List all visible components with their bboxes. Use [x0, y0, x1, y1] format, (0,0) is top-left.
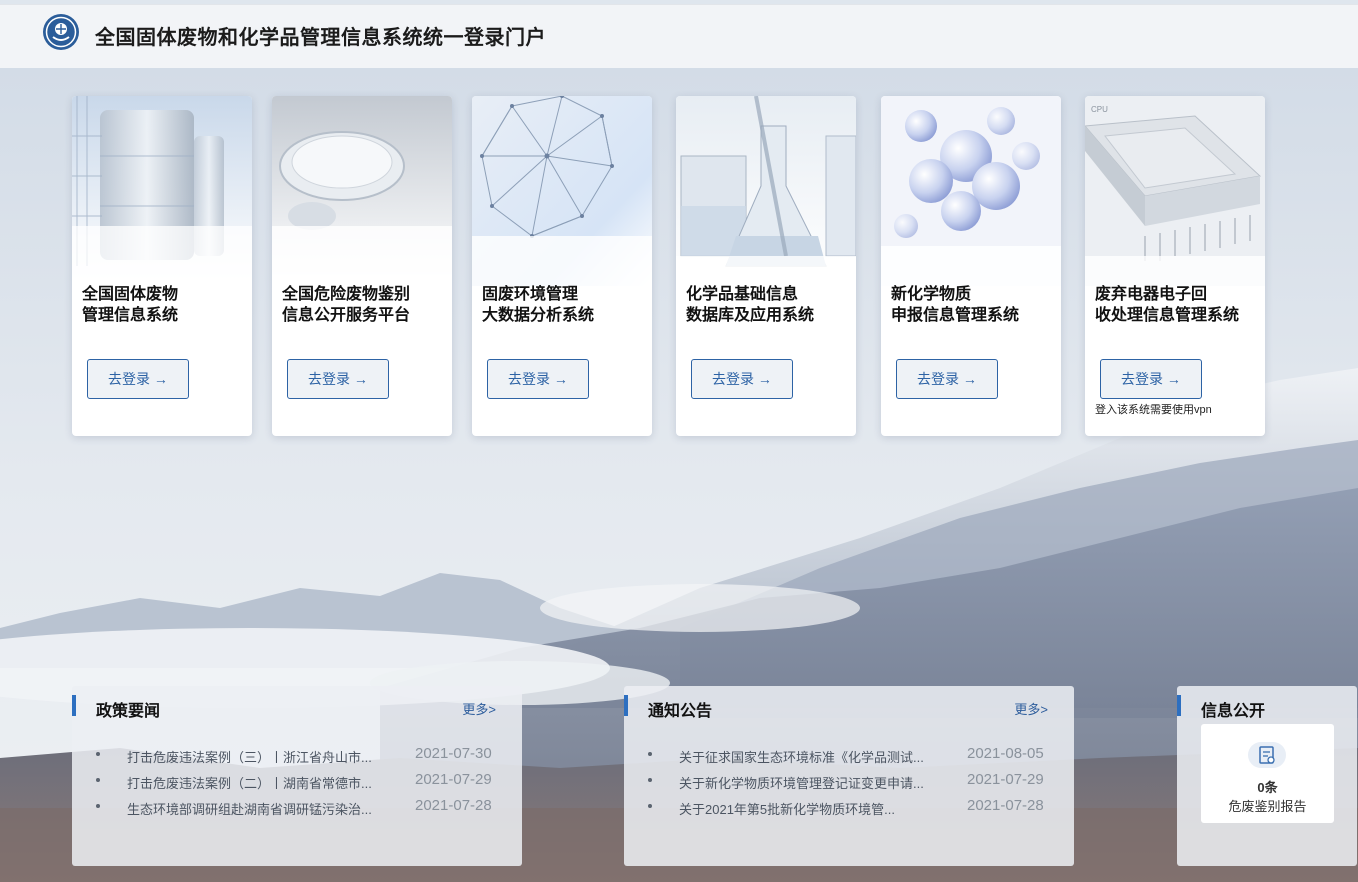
news-title-link[interactable]: 生态环境部调研组赴湖南省调研锰污染治...: [127, 799, 397, 818]
system-card-new-chemicals: 新化学物质 申报信息管理系统 去登录 →: [881, 96, 1061, 436]
system-card-e-waste: CPU 废弃电器电子回 收处理信息管理系统 去登录 → 登入该系统需要使用vpn: [1085, 96, 1265, 436]
login-button-hazardous-waste[interactable]: 去登录 →: [287, 359, 389, 399]
panel-accent-bar: [1177, 695, 1181, 716]
panel-title: 通知公告: [648, 703, 713, 720]
card-illustration-petri-dish: [272, 96, 452, 286]
login-button-chemicals-database[interactable]: 去登录 →: [691, 359, 793, 399]
disclosure-panel: 信息公开 0条 危废鉴别报告: [1177, 686, 1357, 866]
card-title: 全国固体废物 管理信息系统: [82, 286, 179, 324]
login-button-solid-waste[interactable]: 去登录 →: [87, 359, 189, 399]
news-date: 2021-07-28: [415, 797, 492, 814]
panel-accent-bar: [72, 695, 76, 716]
notice-title-link[interactable]: 关于新化学物质环境管理登记证变更申请...: [679, 773, 949, 792]
card-title: 废弃电器电子回 收处理信息管理系统: [1095, 286, 1240, 324]
card-illustration-molecule-spheres: [881, 96, 1061, 286]
login-button-e-waste[interactable]: 去登录 →: [1100, 359, 1202, 399]
vpn-note: 登入该系统需要使用vpn: [1095, 404, 1212, 416]
svg-text:CPU: CPU: [1091, 105, 1108, 114]
bullet-icon: [96, 752, 100, 756]
policy-news-panel: 政策要闻 更多> 打击危废违法案例（三）丨浙江省舟山市... 2021-07-3…: [72, 686, 522, 866]
news-date: 2021-07-30: [415, 745, 492, 762]
report-document-icon: [1259, 746, 1275, 764]
card-illustration-geodesic-sphere: [472, 96, 652, 286]
notice-title-link[interactable]: 关于征求国家生态环境标准《化学品测试...: [679, 747, 949, 766]
system-card-chemicals-database: 化学品基础信息 数据库及应用系统 去登录 →: [676, 96, 856, 436]
news-title-link[interactable]: 打击危废违法案例（二）丨湖南省常德市...: [127, 773, 397, 792]
policy-more-link[interactable]: 更多>: [462, 699, 496, 718]
system-card-solid-waste: 全国固体废物 管理信息系统 去登录 →: [72, 96, 252, 436]
bullet-icon: [648, 804, 652, 808]
card-illustration-lab-flasks: [676, 96, 856, 286]
card-illustration-cpu-chip: CPU: [1085, 96, 1265, 286]
card-title: 固废环境管理 大数据分析系统: [482, 286, 595, 324]
news-date: 2021-07-29: [415, 771, 492, 788]
panel-title: 信息公开: [1201, 703, 1266, 720]
bullet-icon: [648, 778, 652, 782]
notice-date: 2021-07-29: [967, 771, 1044, 788]
card-title: 化学品基础信息 数据库及应用系统: [686, 286, 815, 324]
login-button-new-chemicals[interactable]: 去登录 →: [896, 359, 998, 399]
notice-panel: 通知公告 更多> 关于征求国家生态环境标准《化学品测试... 2021-08-0…: [624, 686, 1074, 866]
report-icon-background: [1248, 742, 1286, 768]
hazardous-report-card[interactable]: 0条 危废鉴别报告: [1201, 724, 1334, 823]
bullet-icon: [648, 752, 652, 756]
card-title: 全国危险废物鉴别 信息公开服务平台: [282, 286, 411, 324]
report-count: 0条: [1257, 780, 1278, 795]
panel-accent-bar: [624, 695, 628, 716]
system-card-hazardous-waste: 全国危险废物鉴别 信息公开服务平台 去登录 →: [272, 96, 452, 436]
national-emblem-icon: [43, 14, 79, 50]
report-label: 危废鉴别报告: [1228, 799, 1307, 814]
notice-date: 2021-08-05: [967, 745, 1044, 762]
login-button-big-data[interactable]: 去登录 →: [487, 359, 589, 399]
card-title: 新化学物质 申报信息管理系统: [891, 286, 1020, 324]
bullet-icon: [96, 778, 100, 782]
bullet-icon: [96, 804, 100, 808]
card-illustration-storage-tanks: [72, 96, 252, 286]
news-title-link[interactable]: 打击危废违法案例（三）丨浙江省舟山市...: [127, 747, 397, 766]
panel-title: 政策要闻: [96, 703, 161, 720]
notice-date: 2021-07-28: [967, 797, 1044, 814]
header-bar: 全国固体废物和化学品管理信息系统统一登录门户: [0, 4, 1358, 68]
notice-more-link[interactable]: 更多>: [1014, 699, 1048, 718]
system-card-big-data: 固废环境管理 大数据分析系统 去登录 →: [472, 96, 652, 436]
notice-title-link[interactable]: 关于2021年第5批新化学物质环境管...: [679, 799, 949, 818]
page-title: 全国固体废物和化学品管理信息系统统一登录门户: [95, 27, 546, 49]
